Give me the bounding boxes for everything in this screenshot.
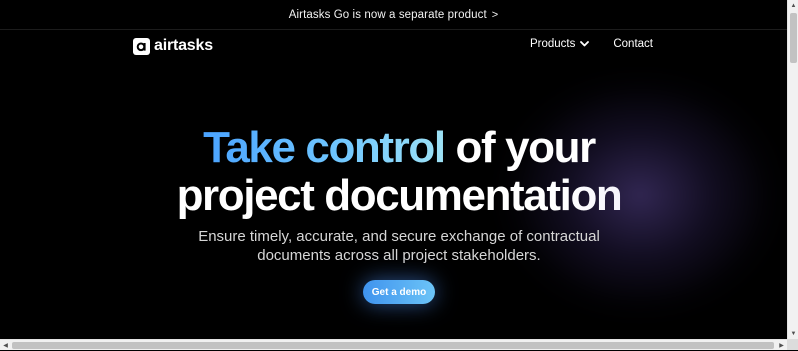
- vertical-scrollbar[interactable]: ▲ ▼: [787, 0, 798, 339]
- hero-title: Take control of your project documentati…: [0, 124, 787, 220]
- vertical-scroll-thumb[interactable]: [790, 13, 797, 63]
- scroll-right-icon[interactable]: ▶: [776, 340, 787, 351]
- chevron-down-icon[interactable]: [580, 41, 590, 47]
- nav-products-label[interactable]: Products: [530, 38, 575, 50]
- nav-contact[interactable]: Contact: [613, 38, 653, 50]
- hero-subtitle-line2: documents across all project stakeholder…: [257, 247, 541, 264]
- scrollbar-corner: [787, 339, 798, 350]
- site-logo[interactable]: airtasks: [133, 37, 213, 55]
- hero-title-line2: project documentation: [0, 172, 787, 220]
- scroll-up-icon[interactable]: ▲: [788, 0, 798, 11]
- announcement-text[interactable]: Airtasks Go is now a separate product: [289, 9, 487, 21]
- nav-products[interactable]: Products: [530, 38, 590, 50]
- hero-title-highlight: Take control: [203, 123, 446, 172]
- hero-subtitle-line1: Ensure timely, accurate, and secure exch…: [198, 228, 600, 245]
- logo-text: airtasks: [154, 37, 213, 54]
- horizontal-scroll-thumb[interactable]: [12, 342, 774, 349]
- logo-glyph: [136, 42, 146, 51]
- nav-contact-label[interactable]: Contact: [613, 38, 653, 50]
- hero-title-rest: of your: [444, 123, 597, 172]
- horizontal-scrollbar[interactable]: ◀ ▶: [0, 339, 787, 350]
- chevron-right-icon[interactable]: >: [492, 9, 499, 21]
- announcement-bar[interactable]: Airtasks Go is now a separate product >: [0, 0, 787, 30]
- hero-title-line1: Take control of your: [0, 124, 787, 172]
- airtasks-logo-icon: [133, 37, 150, 55]
- get-a-demo-button[interactable]: Get a demo: [363, 280, 435, 304]
- scroll-left-icon[interactable]: ◀: [0, 340, 11, 351]
- hero-subtitle: Ensure timely, accurate, and secure exch…: [0, 227, 787, 265]
- scroll-down-icon[interactable]: ▼: [788, 328, 798, 339]
- main-nav: Products Contact: [530, 38, 653, 50]
- page-viewport: Airtasks Go is now a separate product > …: [0, 0, 787, 339]
